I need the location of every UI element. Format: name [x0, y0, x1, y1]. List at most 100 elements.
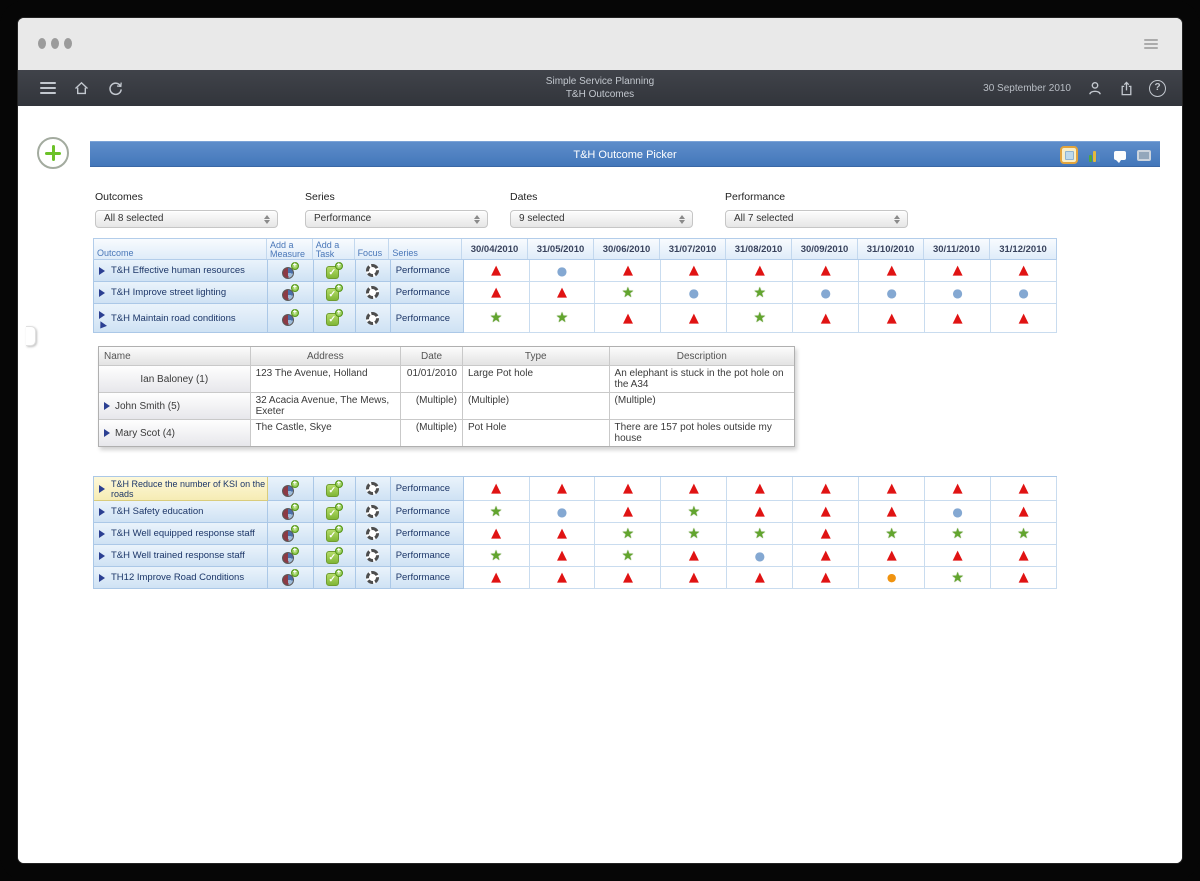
performance-cell[interactable]: ▲ [595, 477, 661, 501]
add-task-cell[interactable]: ✓+ [314, 501, 356, 523]
add-task-cell[interactable]: ✓+ [314, 260, 356, 282]
indicator-green-star[interactable]: ★ [951, 571, 964, 585]
indicator-blue-circle[interactable]: ● [952, 287, 962, 299]
indicator-green-star[interactable]: ★ [688, 505, 701, 519]
indicator-red-triangle[interactable]: ▲ [1019, 505, 1029, 518]
add-measure-icon[interactable]: + [282, 570, 299, 586]
add-task-icon[interactable]: ✓+ [326, 481, 343, 497]
add-task-cell[interactable]: ✓+ [314, 304, 356, 333]
indicator-green-star[interactable]: ★ [622, 527, 635, 541]
indicator-red-triangle[interactable]: ▲ [491, 482, 501, 495]
focus-icon[interactable] [366, 549, 379, 562]
add-measure-icon[interactable]: + [282, 310, 299, 326]
indicator-red-triangle[interactable]: ▲ [821, 312, 831, 325]
indicator-red-triangle[interactable]: ▲ [1019, 482, 1029, 495]
performance-cell[interactable]: ▲ [530, 282, 596, 304]
indicator-red-triangle[interactable]: ▲ [689, 312, 699, 325]
focus-cell[interactable] [356, 545, 391, 567]
performance-cell[interactable]: ● [530, 501, 596, 523]
monitor-view-icon[interactable] [1137, 150, 1151, 161]
add-measure-icon[interactable]: + [282, 548, 299, 564]
indicator-green-star[interactable]: ★ [885, 527, 898, 541]
focus-icon[interactable] [366, 505, 379, 518]
share-icon[interactable] [1119, 80, 1134, 97]
outcome-cell[interactable]: T&H Improve street lighting [94, 282, 268, 304]
add-measure-icon[interactable]: + [282, 263, 299, 279]
indicator-red-triangle[interactable]: ▲ [557, 286, 567, 299]
performance-cell[interactable]: ★ [991, 523, 1057, 545]
indicator-red-triangle[interactable]: ▲ [689, 264, 699, 277]
expand-icon[interactable] [97, 567, 107, 588]
window-dot-icon[interactable] [64, 38, 72, 49]
indicator-red-triangle[interactable]: ▲ [755, 571, 765, 584]
performance-cell[interactable]: ● [793, 282, 859, 304]
performance-cell[interactable]: ▲ [727, 567, 793, 589]
performance-cell[interactable]: ▲ [464, 523, 530, 545]
indicator-blue-circle[interactable]: ● [557, 265, 567, 277]
focus-icon[interactable] [366, 312, 379, 325]
indicator-green-star[interactable]: ★ [754, 286, 767, 300]
add-measure-cell[interactable]: + [268, 260, 314, 282]
person-name-cell[interactable]: Ian Baloney (1) [99, 366, 251, 393]
focus-icon[interactable] [366, 264, 379, 277]
indicator-red-triangle[interactable]: ▲ [821, 482, 831, 495]
performance-cell[interactable]: ▲ [595, 567, 661, 589]
performance-cell[interactable]: ▲ [727, 501, 793, 523]
performance-cell[interactable]: ▲ [793, 501, 859, 523]
expand-icon[interactable] [97, 501, 107, 522]
performance-cell[interactable]: ● [859, 282, 925, 304]
add-measure-cell[interactable]: + [268, 523, 314, 545]
indicator-red-triangle[interactable]: ▲ [755, 482, 765, 495]
indicator-red-triangle[interactable]: ▲ [821, 264, 831, 277]
indicator-red-triangle[interactable]: ▲ [623, 312, 633, 325]
filter-series-dropdown[interactable]: Performance [305, 210, 488, 228]
collapse-icon[interactable] [97, 304, 107, 332]
add-task-icon[interactable]: ✓+ [326, 504, 343, 520]
performance-cell[interactable]: ★ [925, 523, 991, 545]
performance-cell[interactable]: ▲ [793, 260, 859, 282]
indicator-blue-circle[interactable]: ● [821, 287, 831, 299]
indicator-green-star[interactable]: ★ [490, 311, 503, 325]
performance-cell[interactable]: ▲ [530, 523, 596, 545]
performance-cell[interactable]: ▲ [859, 545, 925, 567]
performance-cell[interactable]: ▲ [925, 304, 991, 333]
performance-cell[interactable]: ▲ [595, 260, 661, 282]
performance-cell[interactable]: ▲ [793, 477, 859, 501]
expand-icon[interactable] [97, 282, 107, 303]
indicator-red-triangle[interactable]: ▲ [623, 264, 633, 277]
performance-cell[interactable]: ★ [464, 545, 530, 567]
performance-cell[interactable]: ▲ [859, 304, 925, 333]
performance-cell[interactable]: ★ [661, 523, 727, 545]
outcome-cell[interactable]: T&H Maintain road conditions [94, 304, 268, 333]
performance-cell[interactable]: ★ [464, 304, 530, 333]
add-task-cell[interactable]: ✓+ [314, 282, 356, 304]
performance-cell[interactable]: ▲ [793, 523, 859, 545]
performance-cell[interactable]: ▲ [464, 260, 530, 282]
performance-cell[interactable]: ▲ [464, 567, 530, 589]
add-task-cell[interactable]: ✓+ [314, 477, 356, 501]
indicator-red-triangle[interactable]: ▲ [887, 482, 897, 495]
filter-outcomes-dropdown[interactable]: All 8 selected [95, 210, 278, 228]
performance-cell[interactable]: ▲ [991, 304, 1057, 333]
indicator-red-triangle[interactable]: ▲ [887, 505, 897, 518]
focus-cell[interactable] [356, 282, 391, 304]
add-measure-icon[interactable]: + [282, 481, 299, 497]
add-measure-icon[interactable]: + [282, 504, 299, 520]
performance-cell[interactable]: ● [727, 545, 793, 567]
user-icon[interactable] [1086, 80, 1104, 97]
filter-dates-dropdown[interactable]: 9 selected [510, 210, 693, 228]
add-task-cell[interactable]: ✓+ [314, 523, 356, 545]
card-view-icon[interactable] [1060, 146, 1078, 164]
performance-cell[interactable]: ▲ [793, 567, 859, 589]
add-task-icon[interactable]: ✓+ [326, 570, 343, 586]
focus-cell[interactable] [356, 477, 391, 501]
indicator-orange-circle[interactable]: ● [887, 572, 897, 583]
performance-cell[interactable]: ★ [530, 304, 596, 333]
indicator-red-triangle[interactable]: ▲ [491, 264, 501, 277]
performance-cell[interactable]: ▲ [991, 477, 1057, 501]
outcome-cell[interactable]: T&H Well equipped response staff [94, 523, 268, 545]
indicator-red-triangle[interactable]: ▲ [491, 571, 501, 584]
performance-cell[interactable]: ▲ [595, 304, 661, 333]
indicator-red-triangle[interactable]: ▲ [557, 527, 567, 540]
indicator-blue-circle[interactable]: ● [689, 287, 699, 299]
